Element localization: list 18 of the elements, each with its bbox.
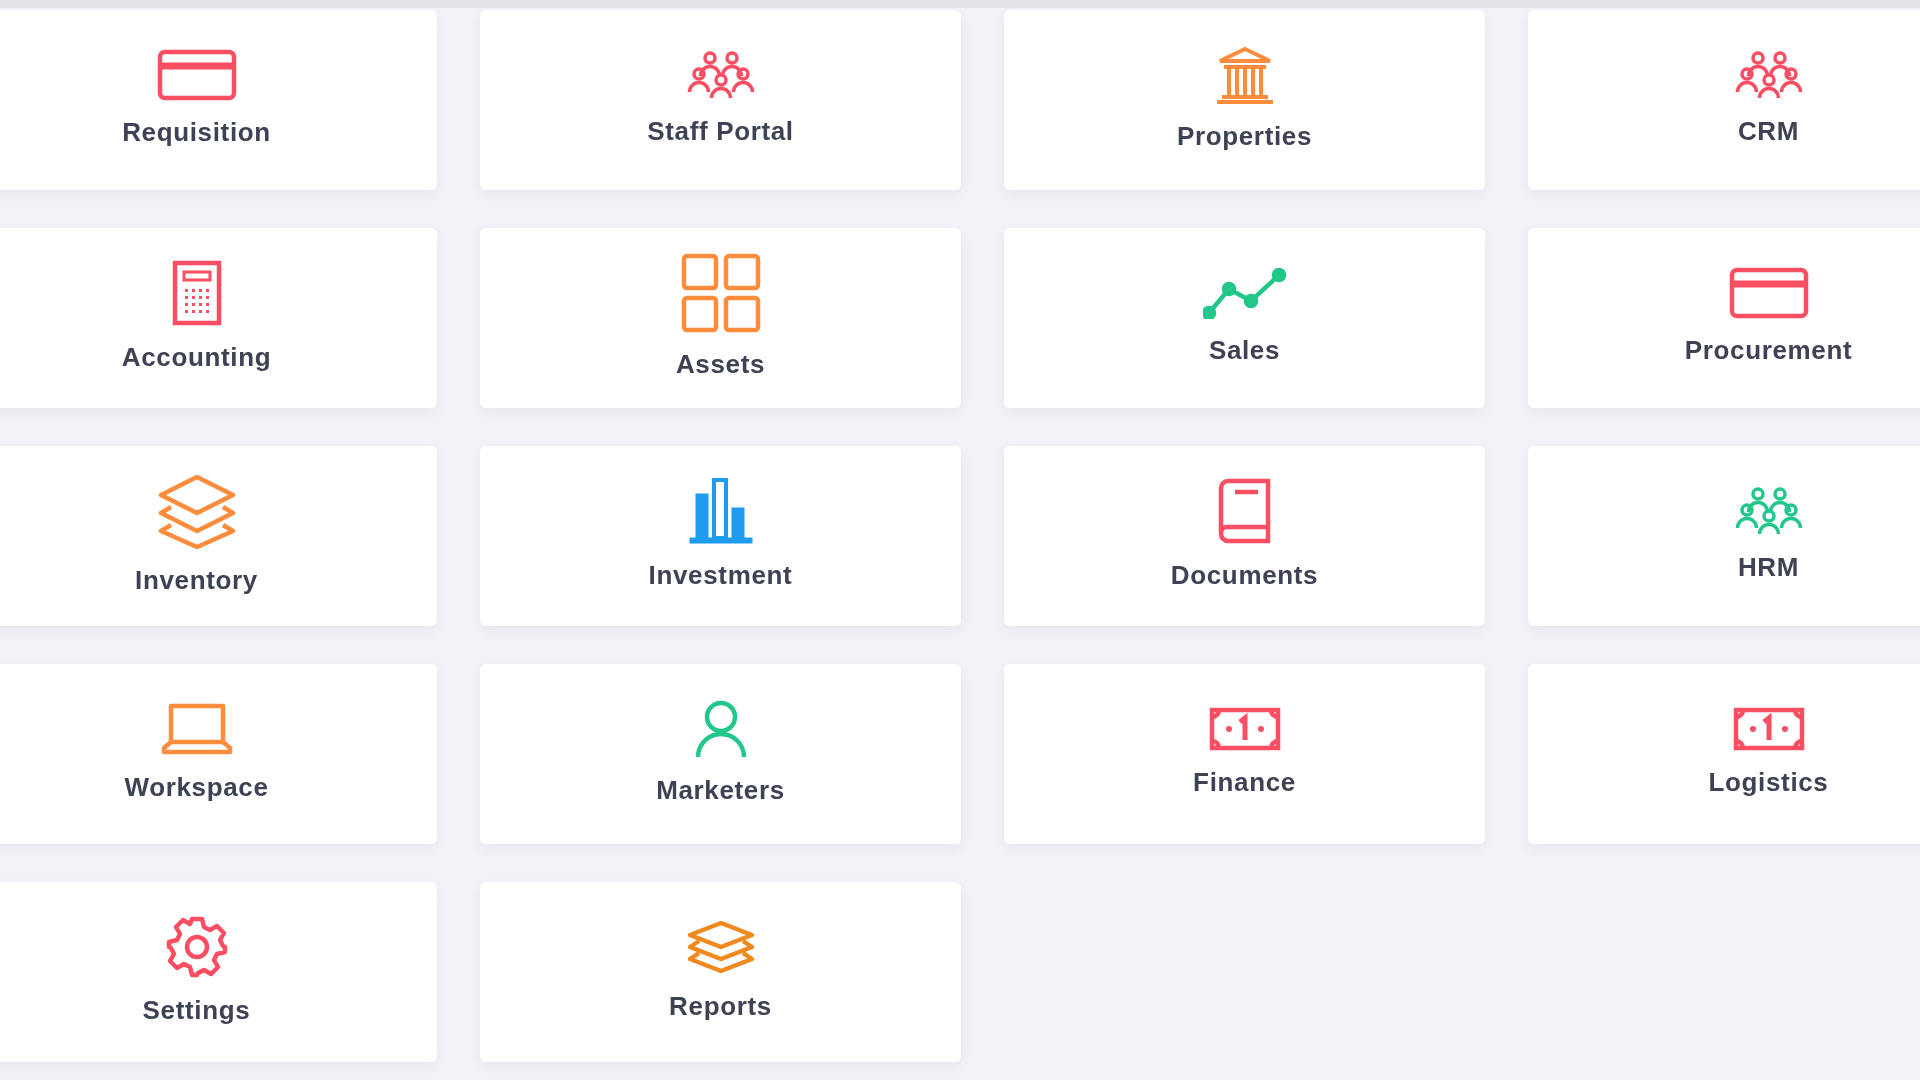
module-card[interactable]: Inventory: [0, 446, 437, 626]
module-card[interactable]: Investment: [480, 446, 961, 626]
module-card[interactable]: Marketers: [480, 664, 961, 844]
module-card[interactable]: Workspace: [0, 664, 437, 844]
module-card[interactable]: Properties: [1004, 10, 1485, 190]
module-card[interactable]: Settings: [0, 882, 437, 1062]
module-card[interactable]: Staff Portal: [480, 10, 961, 190]
module-card[interactable]: Procurement: [1528, 228, 1920, 408]
module-card[interactable]: Reports: [480, 882, 961, 1062]
module-card[interactable]: Finance: [1004, 664, 1485, 844]
module-card[interactable]: HRM: [1528, 446, 1920, 626]
module-card[interactable]: Logistics: [1528, 664, 1920, 844]
module-card[interactable]: Requisition: [0, 10, 437, 190]
module-card[interactable]: Sales: [1004, 228, 1485, 408]
module-card[interactable]: Documents: [1004, 446, 1485, 626]
module-card[interactable]: Accounting: [0, 228, 437, 408]
module-card[interactable]: CRM: [1528, 10, 1920, 190]
module-card[interactable]: Assets: [480, 228, 961, 408]
